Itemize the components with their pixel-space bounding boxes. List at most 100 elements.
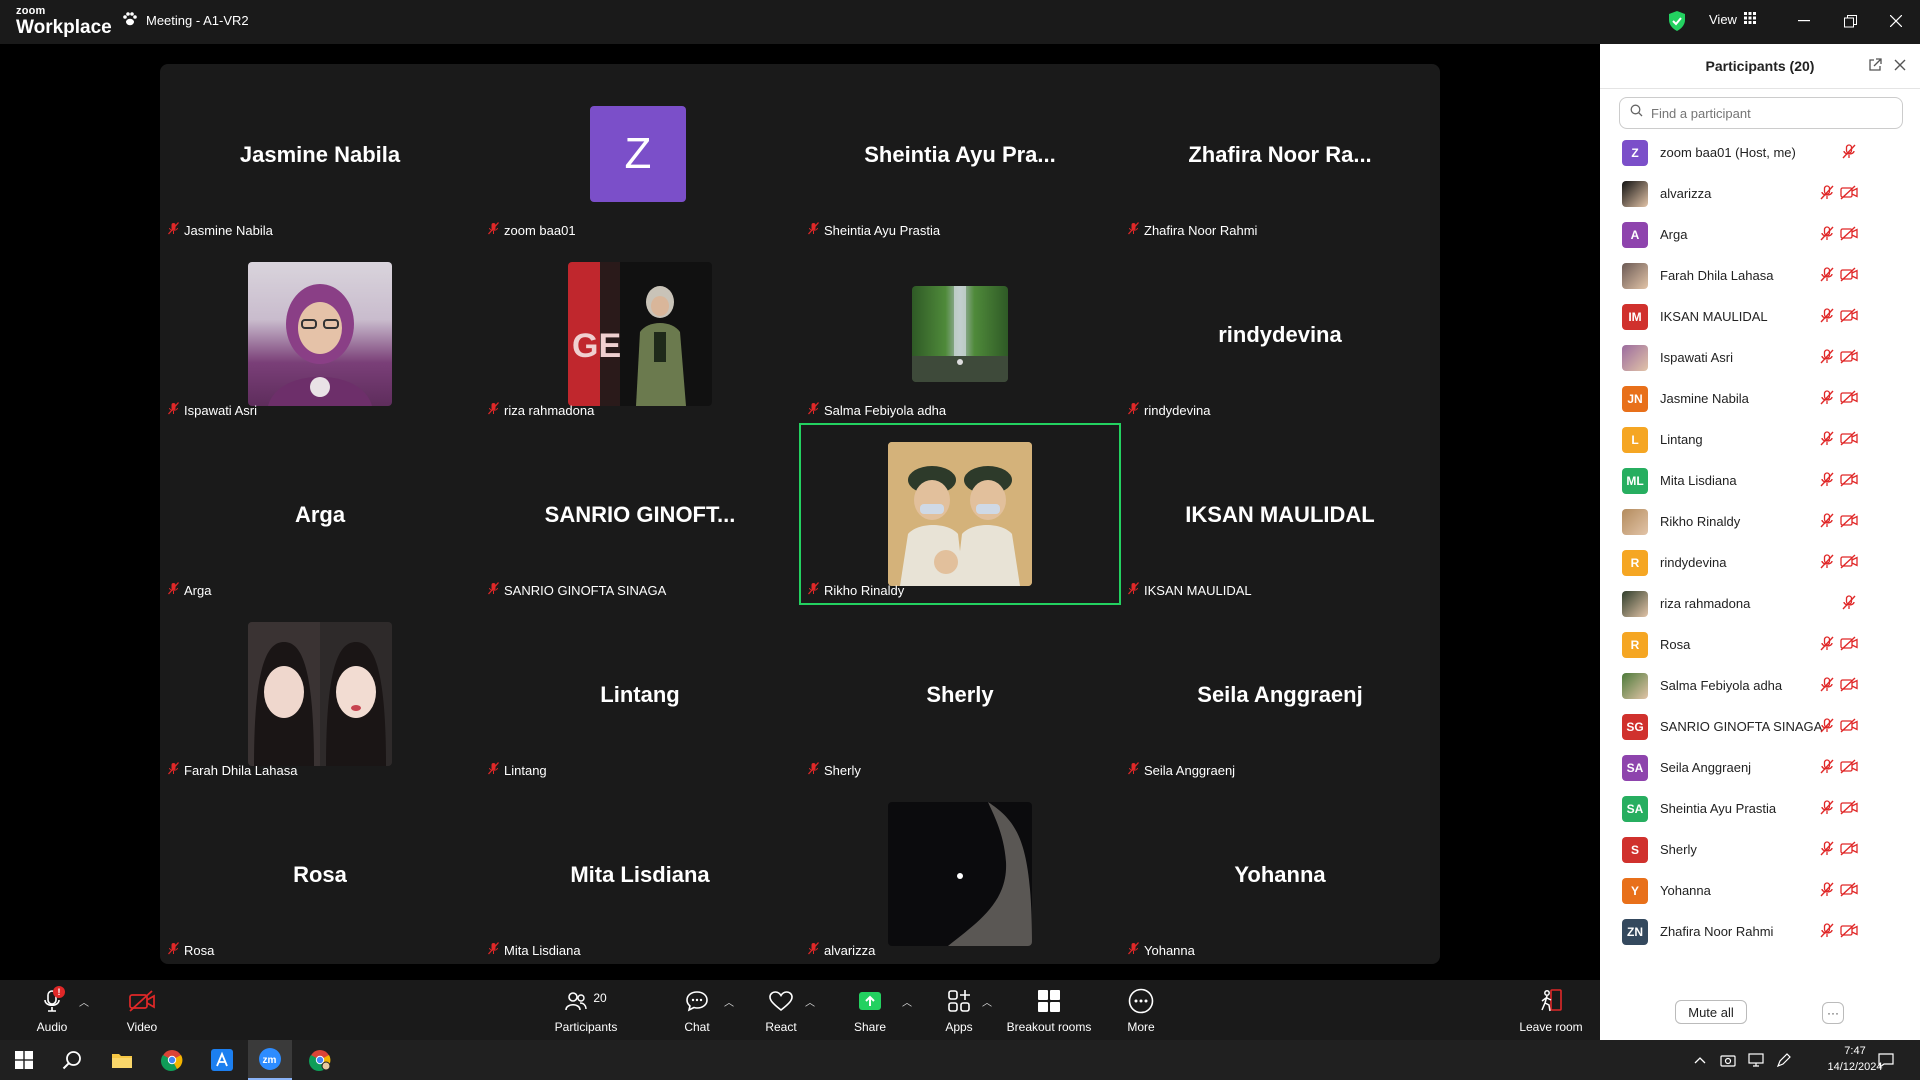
video-off-icon[interactable] bbox=[1840, 513, 1858, 533]
more-button[interactable]: More bbox=[1124, 980, 1158, 1040]
participant-row[interactable]: Farah Dhila Lahasa bbox=[1600, 255, 1920, 296]
participant-row[interactable]: ML Mita Lisdiana bbox=[1600, 460, 1920, 501]
mic-muted-icon[interactable] bbox=[1820, 308, 1834, 328]
share-button[interactable]: Share bbox=[852, 980, 888, 1040]
video-tile[interactable]: Salma Febiyola adha bbox=[800, 244, 1120, 424]
restore-button[interactable] bbox=[1832, 8, 1868, 34]
close-window-button[interactable] bbox=[1878, 8, 1914, 34]
video-tile[interactable]: Arga Arga bbox=[160, 424, 480, 604]
video-off-icon[interactable] bbox=[1840, 226, 1858, 246]
video-off-icon[interactable] bbox=[1840, 759, 1858, 779]
participant-row[interactable]: IM IKSAN MAULIDAL bbox=[1600, 296, 1920, 337]
participant-row[interactable]: ZN Zhafira Noor Rahmi bbox=[1600, 911, 1920, 952]
video-tile[interactable]: IKSAN MAULIDAL IKSAN MAULIDAL bbox=[1120, 424, 1440, 604]
audio-button[interactable]: ! Audio bbox=[30, 980, 74, 1040]
video-off-icon[interactable] bbox=[1840, 800, 1858, 820]
network-icon[interactable] bbox=[1742, 1040, 1770, 1080]
participant-row[interactable]: A Arga bbox=[1600, 214, 1920, 255]
react-button[interactable]: React bbox=[765, 980, 797, 1040]
video-tile[interactable]: Sherly Sherly bbox=[800, 604, 1120, 784]
mic-muted-icon[interactable] bbox=[1820, 800, 1834, 820]
mic-muted-icon[interactable] bbox=[1820, 472, 1834, 492]
video-off-icon[interactable] bbox=[1840, 841, 1858, 861]
video-tile[interactable]: Z zoom baa01 bbox=[480, 64, 800, 244]
video-tile[interactable]: Zhafira Noor Ra... Zhafira Noor Rahmi bbox=[1120, 64, 1440, 244]
video-off-icon[interactable] bbox=[1840, 308, 1858, 328]
windows-start-icon[interactable] bbox=[2, 1040, 46, 1080]
react-options-chevron-icon[interactable]: ︿ bbox=[805, 994, 815, 1009]
mute-all-button[interactable]: Mute all bbox=[1675, 1000, 1747, 1024]
mic-muted-icon[interactable] bbox=[1820, 759, 1834, 779]
mic-muted-icon[interactable] bbox=[1842, 595, 1856, 615]
video-tile[interactable]: Ispawati Asri bbox=[160, 244, 480, 424]
notification-icon[interactable] bbox=[1864, 1040, 1908, 1080]
participant-row[interactable]: SA Sheintia Ayu Prastia bbox=[1600, 788, 1920, 829]
chrome-profile-icon[interactable] bbox=[298, 1040, 342, 1080]
chat-options-chevron-icon[interactable]: ︿ bbox=[724, 994, 734, 1009]
video-off-icon[interactable] bbox=[1840, 267, 1858, 287]
view-button[interactable]: View bbox=[1709, 12, 1756, 27]
mic-muted-icon[interactable] bbox=[1820, 431, 1834, 451]
app-a-icon[interactable] bbox=[200, 1040, 244, 1080]
leave-room-button[interactable]: Leave room bbox=[1518, 980, 1584, 1040]
camera-tray-icon[interactable] bbox=[1714, 1040, 1742, 1080]
video-tile[interactable]: Sheintia Ayu Pra... Sheintia Ayu Prastia bbox=[800, 64, 1120, 244]
video-tile[interactable]: GE riza rahmadona bbox=[480, 244, 800, 424]
video-off-icon[interactable] bbox=[1840, 677, 1858, 697]
video-off-icon[interactable] bbox=[1840, 554, 1858, 574]
video-off-icon[interactable] bbox=[1840, 636, 1858, 656]
mic-muted-icon[interactable] bbox=[1820, 349, 1834, 369]
mic-muted-icon[interactable] bbox=[1820, 923, 1834, 943]
video-tile[interactable]: rindydevina rindydevina bbox=[1120, 244, 1440, 424]
participant-row[interactable]: L Lintang bbox=[1600, 419, 1920, 460]
pop-out-icon[interactable] bbox=[1868, 58, 1882, 77]
pen-icon[interactable] bbox=[1770, 1040, 1798, 1080]
participant-row[interactable]: JN Jasmine Nabila bbox=[1600, 378, 1920, 419]
mic-muted-icon[interactable] bbox=[1820, 390, 1834, 410]
video-off-icon[interactable] bbox=[1840, 718, 1858, 738]
participant-row[interactable]: alvarizza bbox=[1600, 173, 1920, 214]
video-tile[interactable]: SANRIO GINOFT... SANRIO GINOFTA SINAGA bbox=[480, 424, 800, 604]
participant-row[interactable]: Zzoom baa01 (Host, me) bbox=[1600, 132, 1920, 173]
video-off-icon[interactable] bbox=[1840, 185, 1858, 205]
participant-row[interactable]: SA Seila Anggraenj bbox=[1600, 747, 1920, 788]
participants-button[interactable]: 20 Participants bbox=[554, 980, 618, 1040]
participant-row[interactable]: SG SANRIO GINOFTA SINAGA bbox=[1600, 706, 1920, 747]
participant-row[interactable]: S Sherly bbox=[1600, 829, 1920, 870]
search-input[interactable] bbox=[1649, 104, 1893, 122]
search-box[interactable] bbox=[1619, 97, 1903, 129]
video-tile[interactable]: alvarizza bbox=[800, 784, 1120, 964]
security-shield-icon[interactable] bbox=[1668, 10, 1686, 37]
apps-options-chevron-icon[interactable]: ︿ bbox=[982, 994, 992, 1009]
mic-muted-icon[interactable] bbox=[1842, 144, 1856, 164]
chat-button[interactable]: Chat bbox=[682, 980, 712, 1040]
audio-options-chevron-icon[interactable]: ︿ bbox=[79, 994, 89, 1009]
mic-muted-icon[interactable] bbox=[1820, 636, 1834, 656]
mic-muted-icon[interactable] bbox=[1820, 841, 1834, 861]
mic-muted-icon[interactable] bbox=[1820, 677, 1834, 697]
close-icon[interactable] bbox=[1894, 58, 1906, 76]
video-tile[interactable]: Farah Dhila Lahasa bbox=[160, 604, 480, 784]
zoom-taskbar-icon[interactable]: zm bbox=[248, 1040, 292, 1080]
video-off-icon[interactable] bbox=[1840, 472, 1858, 492]
breakout-rooms-button[interactable]: Breakout rooms bbox=[1006, 980, 1092, 1040]
mic-muted-icon[interactable] bbox=[1820, 185, 1834, 205]
minimize-button[interactable] bbox=[1786, 8, 1822, 34]
mic-muted-icon[interactable] bbox=[1820, 882, 1834, 902]
share-options-chevron-icon[interactable]: ︿ bbox=[902, 994, 912, 1009]
video-tile[interactable]: Lintang Lintang bbox=[480, 604, 800, 784]
mic-muted-icon[interactable] bbox=[1820, 513, 1834, 533]
chrome-icon[interactable] bbox=[150, 1040, 194, 1080]
search-icon[interactable] bbox=[50, 1040, 94, 1080]
participant-row[interactable]: Rikho Rinaldy bbox=[1600, 501, 1920, 542]
participant-row[interactable]: Ispawati Asri bbox=[1600, 337, 1920, 378]
participant-row[interactable]: Salma Febiyola adha bbox=[1600, 665, 1920, 706]
chevron-up-icon[interactable] bbox=[1686, 1040, 1714, 1080]
video-off-icon[interactable] bbox=[1840, 882, 1858, 902]
mic-muted-icon[interactable] bbox=[1820, 267, 1834, 287]
mic-muted-icon[interactable] bbox=[1820, 554, 1834, 574]
video-off-icon[interactable] bbox=[1840, 349, 1858, 369]
video-tile[interactable]: Jasmine Nabila Jasmine Nabila bbox=[160, 64, 480, 244]
participant-row[interactable]: R Rosa bbox=[1600, 624, 1920, 665]
file-explorer-icon[interactable] bbox=[100, 1040, 144, 1080]
